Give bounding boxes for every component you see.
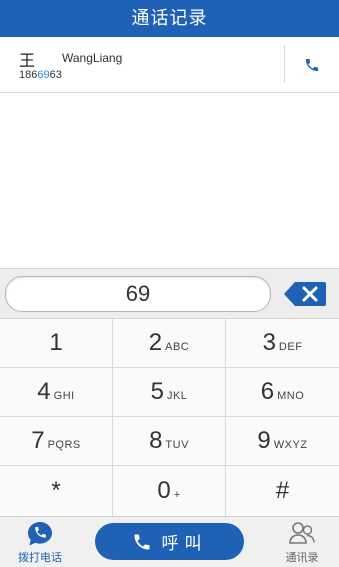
key-letters: JKL — [166, 390, 188, 402]
contact-number: 1866963 — [19, 69, 62, 81]
call-contact-button[interactable] — [298, 51, 326, 79]
backspace-button[interactable] — [283, 281, 327, 307]
key-letters: MNO — [277, 390, 305, 402]
key-letters: WXYZ — [273, 439, 308, 451]
number-suffix: 63 — [49, 69, 62, 81]
phone-icon — [306, 59, 318, 71]
key-digit: 6 — [260, 378, 275, 405]
row-divider — [284, 45, 285, 83]
backspace-icon — [284, 282, 326, 306]
key-digit: * — [51, 477, 61, 504]
key-digit: 2 — [148, 329, 163, 356]
key-digit: # — [275, 477, 290, 504]
key-5[interactable]: 5 JKL — [113, 368, 226, 417]
call-button-label: 呼叫 — [161, 534, 208, 554]
dial-keypad: 1 2 ABC 3 DEF 4 GHI 5 JKL 6 MNO 7 PQRS 8 TUV 9W… — [0, 318, 339, 517]
number-match-highlight: 69 — [37, 69, 50, 81]
key-star[interactable]: * — [0, 466, 113, 517]
dial-number-input[interactable]: 69 — [5, 276, 271, 312]
key-digit: 1 — [49, 329, 63, 356]
phone-icon — [132, 532, 152, 552]
key-letters: DEF — [278, 341, 303, 353]
key-letters: TUV — [165, 439, 189, 451]
chat-bubble-phone-icon — [28, 522, 52, 546]
contacts-icon — [289, 522, 315, 544]
key-6[interactable]: 6 MNO — [226, 368, 339, 417]
title-bar: 通话记录 — [0, 0, 339, 37]
tab-contacts-label: 通讯录 — [285, 551, 319, 564]
dial-input-bar: 69 — [0, 268, 339, 319]
key-digit: 0 — [157, 477, 171, 504]
key-letters: + — [173, 489, 181, 501]
key-digit: 9 — [257, 427, 271, 454]
key-1[interactable]: 1 — [0, 319, 113, 368]
key-letters: ABC — [165, 341, 190, 353]
bottom-bar: 拨打电话 呼叫 通讯录 — [0, 516, 339, 567]
key-letters: PQRS — [47, 439, 81, 451]
key-digit: 8 — [149, 427, 163, 454]
tab-contacts[interactable]: 通讯录 — [270, 519, 334, 565]
key-digit: 5 — [150, 378, 164, 405]
tab-dial[interactable]: 拨打电话 — [8, 519, 72, 565]
key-digit: 4 — [37, 378, 51, 405]
call-log-item[interactable]: 王 WangLiang 1866963 — [0, 37, 339, 93]
key-8[interactable]: 8 TUV — [113, 417, 226, 466]
contact-surname: 王 — [19, 51, 36, 70]
key-7[interactable]: 7 PQRS — [0, 417, 113, 466]
key-digit: 3 — [262, 329, 276, 356]
key-4[interactable]: 4 GHI — [0, 368, 113, 417]
contact-name: WangLiang — [62, 51, 123, 65]
key-2[interactable]: 2 ABC — [113, 319, 226, 368]
key-0[interactable]: 0 + — [113, 466, 226, 517]
key-3[interactable]: 3 DEF — [226, 319, 339, 368]
key-letters: GHI — [53, 390, 75, 402]
number-prefix: 186 — [19, 69, 38, 81]
page-title: 通话记录 — [131, 8, 208, 29]
call-button[interactable]: 呼叫 — [95, 523, 244, 560]
tab-dial-label: 拨打电话 — [18, 551, 62, 564]
key-9[interactable]: 9 WXYZ — [226, 417, 339, 466]
call-log-empty-area — [0, 93, 339, 268]
key-digit: 7 — [31, 427, 45, 454]
key-hash[interactable]: # — [226, 466, 339, 517]
